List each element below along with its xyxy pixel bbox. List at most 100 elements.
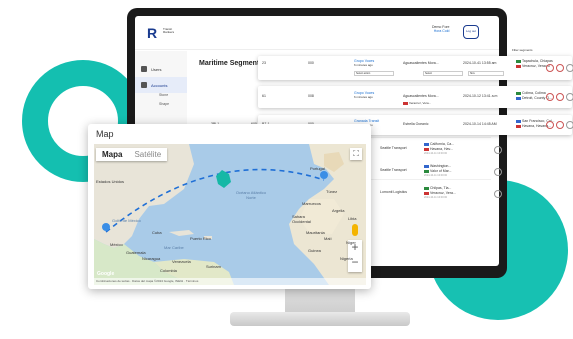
card-extra: Veracruz, Vera... xyxy=(403,101,431,105)
row-loc2: Havana, Hav... xyxy=(424,147,453,151)
edit-icon[interactable] xyxy=(556,93,564,101)
logout-button[interactable]: Log out xyxy=(463,25,479,39)
row-loc2: Veracruz, Vera... xyxy=(424,191,456,195)
sidebar-item-accounts[interactable]: Accounts xyxy=(135,77,187,93)
delete-icon[interactable] xyxy=(546,121,554,129)
map-window-title: Map xyxy=(96,129,114,139)
map-label: Océano Atlántico Norte xyxy=(235,190,267,200)
app-logo-text: Transit Rankers xyxy=(163,27,175,34)
map-label: Malí xyxy=(324,236,332,241)
map-label: Guinea xyxy=(308,248,321,253)
card-dest2: Veracruz, Veracru xyxy=(516,64,550,68)
row-loc2: Valor of Mar... xyxy=(424,169,452,173)
row-carrier: Lomonti Logistics xyxy=(380,190,408,194)
user-info: Demo Fore Hora Cold xyxy=(432,25,450,33)
accounts-icon xyxy=(141,82,147,88)
map-label: Venezuela xyxy=(172,259,191,264)
fullscreen-icon[interactable]: ⛶ xyxy=(350,148,362,160)
map-label: Guatemala xyxy=(126,250,146,255)
segment-card[interactable]: 23 000 Grupo Voces 6 minutes ago Aguasca… xyxy=(258,48,573,80)
filter-label[interactable]: Filter segments xyxy=(512,48,533,52)
map-label: Puerto Rico xyxy=(190,236,211,241)
monitor-base xyxy=(230,312,410,326)
card-route: Estrella Oceanic xyxy=(403,122,429,126)
segment-card[interactable]: 61 008 Grupo Voces 6 minutes ago Aguasca… xyxy=(258,86,573,108)
map-label: Surinam xyxy=(206,264,221,269)
card-id: 61 xyxy=(262,94,266,98)
sidebar-item-label: Users xyxy=(151,66,162,72)
table-row[interactable]: Lomonti Logistics Chilpas, Tla... Veracr… xyxy=(362,184,512,206)
view-icon[interactable] xyxy=(494,190,502,198)
view-icon[interactable] xyxy=(566,121,573,129)
map-label: Mauritania xyxy=(306,230,325,235)
view-icon[interactable] xyxy=(494,146,502,154)
action-select[interactable]: Select action xyxy=(354,71,394,76)
sidebar-subitem[interactable]: Shape xyxy=(135,102,187,111)
row-carrier: Seattle Transport xyxy=(380,146,407,150)
map-label: Sahara Occidental xyxy=(292,214,311,224)
map-label: Mar Caribe xyxy=(164,245,184,250)
view-icon[interactable] xyxy=(566,64,573,72)
map-label: Nicaragua xyxy=(142,256,161,261)
map-label: Argelia xyxy=(332,208,345,213)
row-sub: 2024-10-11 10:00:00 xyxy=(424,152,448,155)
card-date: 2024-10-12 13:41 a.m xyxy=(463,94,498,98)
google-logo: Google xyxy=(97,271,115,277)
card-route: Aguascalientes Mora... xyxy=(403,94,439,98)
sidebar-subitem[interactable]: Stone xyxy=(135,93,187,102)
table-row[interactable]: Seattle Transport Washington... Valor of… xyxy=(362,162,512,184)
edit-icon[interactable] xyxy=(556,64,564,72)
edit-icon[interactable] xyxy=(556,121,564,129)
map-type-control: Mapa Satélite xyxy=(96,148,168,161)
map-type-satellite-button[interactable]: Satélite xyxy=(128,148,167,161)
pegman-icon[interactable] xyxy=(352,224,358,236)
delete-icon[interactable] xyxy=(546,93,554,101)
map-label: Portugal xyxy=(310,166,325,171)
card-code: 008 xyxy=(308,94,314,98)
view-icon[interactable] xyxy=(566,93,573,101)
table-row[interactable]: Seattle Transport California, Ca... Hava… xyxy=(362,140,512,162)
card-route: Aguascalientes Mora... xyxy=(403,61,439,65)
map-label: México xyxy=(110,242,123,247)
map-landmass xyxy=(94,144,366,285)
row-loc1: Chilpas, Tla... xyxy=(424,186,451,190)
card-code: 000 xyxy=(308,61,314,65)
app-header: R Transit Rankers Demo Fore Hora Cold Lo… xyxy=(135,16,499,50)
row-actions xyxy=(546,121,573,129)
map-window: Map Mapa Satélite ⛶ + − Estados Unidos M… xyxy=(88,124,371,289)
users-icon xyxy=(141,66,147,72)
row-loc1: California, Ca... xyxy=(424,142,454,146)
card-date: 2024-10-14 14:45 AM xyxy=(463,122,497,126)
map-label: Marruecos xyxy=(302,201,321,206)
user-role: Hora Cold xyxy=(433,29,450,33)
card-dest1: Colima, Colima xyxy=(516,91,546,95)
row-sub: 2024-10-11 10:00:00 xyxy=(424,174,448,177)
map-label: Cuba xyxy=(152,230,162,235)
card-id: 23 xyxy=(262,61,266,65)
row-loc1: Washington... xyxy=(424,164,451,168)
sidebar-item-label: Accounts xyxy=(151,82,168,88)
map-label: Níger xyxy=(346,240,356,245)
map-label: Túnez xyxy=(326,189,338,194)
card-dest1: Tapachula, Chiapas xyxy=(516,59,553,63)
select[interactable]: Select xyxy=(423,71,463,76)
map-label: Colombia xyxy=(160,268,177,273)
map-label: Libia xyxy=(348,216,357,221)
map-attribution[interactable]: Combinaciones de teclas · Datos del mapa… xyxy=(94,278,366,285)
map-label: Estados Unidos xyxy=(96,179,125,184)
map-canvas[interactable]: Mapa Satélite ⛶ + − Estados Unidos Méxic… xyxy=(94,144,366,285)
row-actions xyxy=(546,93,573,101)
view-icon[interactable] xyxy=(494,168,502,176)
map-label: Golfo de México xyxy=(112,218,141,223)
map-label: Nigeria xyxy=(340,256,353,261)
size-select[interactable]: Size xyxy=(468,71,504,76)
card-sub: 6 minutes ago xyxy=(354,63,373,67)
sidebar-item-users[interactable]: Users xyxy=(135,61,187,77)
map-type-map-button[interactable]: Mapa xyxy=(96,148,128,161)
row-actions xyxy=(546,64,573,72)
row-carrier: Seattle Transport xyxy=(380,168,407,172)
row-sub: 2024-10-11 10:00:00 xyxy=(424,196,448,199)
card-date: 2024-10-41 13:55 am xyxy=(463,61,497,65)
card-sub: 6 minutes ago xyxy=(354,95,373,99)
delete-icon[interactable] xyxy=(546,64,554,72)
